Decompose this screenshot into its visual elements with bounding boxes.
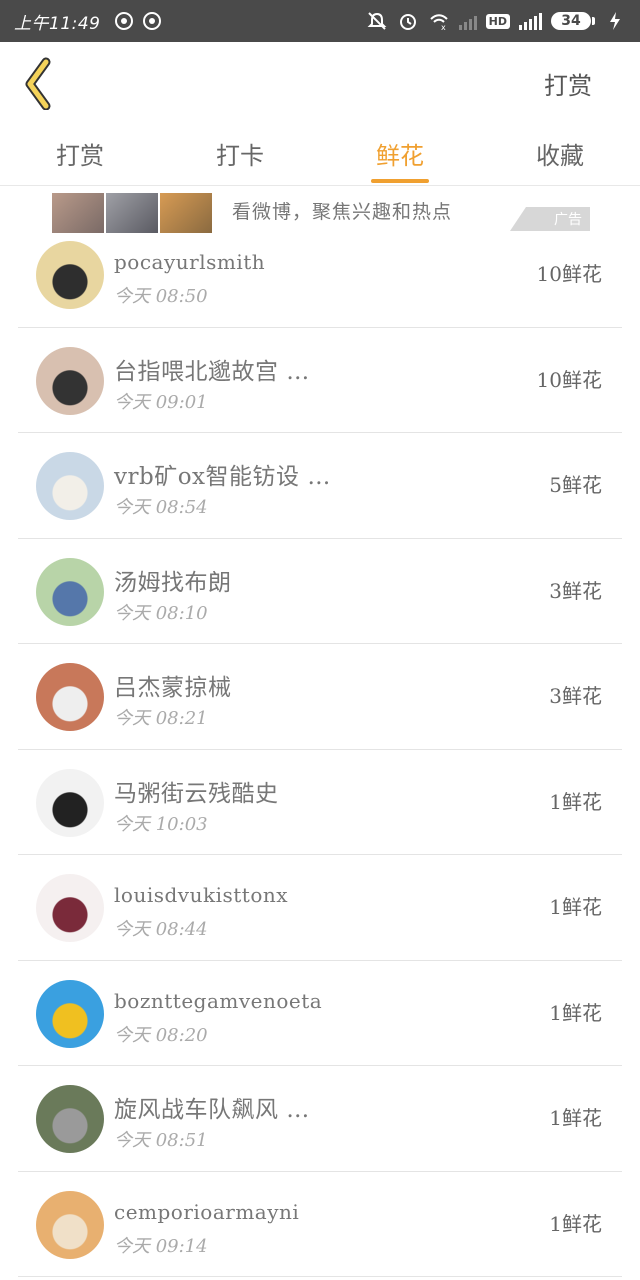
wifi-off-icon: x — [428, 10, 450, 32]
avatar[interactable] — [36, 768, 104, 837]
status-time: 上午11:49 — [14, 13, 101, 34]
user-name: cemporioarmayni — [114, 1199, 300, 1224]
flower-count: 10鲜花 — [536, 262, 602, 286]
timestamp: 今天 08:44 — [114, 919, 208, 940]
timestamp: 今天 08:10 — [114, 602, 208, 624]
chevron-left-icon — [25, 57, 51, 111]
flower-list: pocayurlsmith 今天 08:50 10鲜花 台指喂北邈故宫 … 今天 09:… — [0, 222, 640, 1277]
flower-count: 1鲜花 — [549, 1106, 602, 1130]
user-name: 马粥街云残酷史 — [114, 780, 279, 807]
flower-count: 3鲜花 — [549, 684, 602, 708]
signal-weak-icon — [458, 12, 477, 30]
user-name: 台指喂北邈故宫 … — [114, 358, 310, 385]
timestamp: 今天 08:20 — [114, 1024, 208, 1046]
avatar[interactable] — [36, 557, 104, 626]
list-item[interactable]: louisdvukisttonx 今天 08:44 1鲜花 — [18, 855, 622, 961]
timestamp: 今天 08:50 — [114, 286, 208, 307]
list-item[interactable]: 汤姆找布朗今天 08:10 3鲜花 — [18, 539, 622, 644]
user-name: 吕杰蒙掠械 — [114, 675, 232, 701]
list-item[interactable]: 吕杰蒙掠械今天 08:21 3鲜花 — [18, 644, 622, 750]
user-name: louisdvukisttonx — [114, 883, 289, 907]
avatar[interactable] — [36, 979, 104, 1048]
list-item[interactable]: vrb矿ox智能钫设 … 今天 08:54 5鲜花 — [18, 433, 622, 539]
reward-button[interactable]: 打赏 — [544, 66, 592, 101]
user-name: pocayurlsmith — [114, 250, 266, 274]
flower-count: 1鲜花 — [549, 1211, 602, 1236]
tab-reward[interactable]: 打赏 — [0, 120, 160, 185]
user-name: boznttegamvenoeta — [114, 988, 323, 1013]
timestamp: 今天 08:21 — [114, 708, 208, 729]
user-name: 旋风战车队飙风 … — [114, 1097, 310, 1123]
notification-icon — [114, 12, 133, 30]
timestamp: 今天 08:51 — [114, 1130, 208, 1151]
tab-checkin[interactable]: 打卡 — [160, 120, 320, 185]
ad-text: 看微博，聚焦兴趣和热点 — [232, 201, 453, 223]
mute-icon — [366, 10, 388, 32]
list-item[interactable]: 台指喂北邈故宫 … 今天 09:01 10鲜花 — [18, 328, 622, 433]
avatar[interactable] — [36, 874, 104, 942]
signal-icon — [519, 12, 542, 30]
avatar[interactable] — [36, 663, 104, 731]
list-item[interactable]: 马粥街云残酷史今天 10:03 1鲜花 — [18, 750, 622, 855]
user-name: 汤姆找布朗 — [114, 569, 232, 596]
timestamp: 今天 09:01 — [114, 391, 208, 413]
list-item[interactable]: boznttegamvenoeta 今天 08:20 1鲜花 — [18, 961, 622, 1066]
tab-bar: 打赏 打卡 鲜花 收藏 — [0, 120, 640, 186]
flower-count: 1鲜花 — [549, 895, 602, 919]
status-bar: 上午11:49 x HD 34 — [0, 0, 640, 42]
flower-count: 5鲜花 — [549, 473, 602, 497]
list-item[interactable]: 旋风战车队飙风 … 今天 08:51 1鲜花 — [18, 1066, 622, 1172]
battery-icon: 34 — [551, 12, 595, 30]
avatar[interactable] — [36, 241, 104, 309]
back-button[interactable] — [20, 54, 68, 111]
battery-level: 34 — [551, 12, 591, 30]
charging-icon — [604, 10, 626, 32]
app-header: 打赏 — [0, 42, 640, 120]
avatar[interactable] — [36, 1085, 104, 1153]
alarm-icon — [397, 10, 419, 32]
tab-flowers[interactable]: 鲜花 — [320, 120, 480, 185]
timestamp: 今天 08:54 — [114, 497, 208, 518]
timestamp: 今天 09:14 — [114, 1235, 208, 1257]
timestamp: 今天 10:03 — [114, 813, 208, 835]
flower-count: 1鲜花 — [549, 789, 602, 814]
flower-count: 10鲜花 — [536, 367, 602, 392]
flower-count: 1鲜花 — [549, 1000, 602, 1025]
tab-favorites[interactable]: 收藏 — [480, 120, 640, 185]
list-item[interactable]: pocayurlsmith 今天 08:50 10鲜花 — [18, 222, 622, 328]
hd-badge: HD — [485, 13, 510, 29]
flower-count: 3鲜花 — [549, 578, 602, 603]
avatar[interactable] — [36, 452, 104, 520]
list-item[interactable]: cemporioarmayni 今天 09:14 1鲜花 — [18, 1172, 622, 1277]
avatar[interactable] — [36, 1190, 104, 1259]
avatar[interactable] — [36, 346, 104, 415]
svg-text:x: x — [441, 23, 446, 31]
user-name: vrb矿ox智能钫设 … — [114, 464, 331, 490]
app-notification-icon — [142, 12, 161, 30]
